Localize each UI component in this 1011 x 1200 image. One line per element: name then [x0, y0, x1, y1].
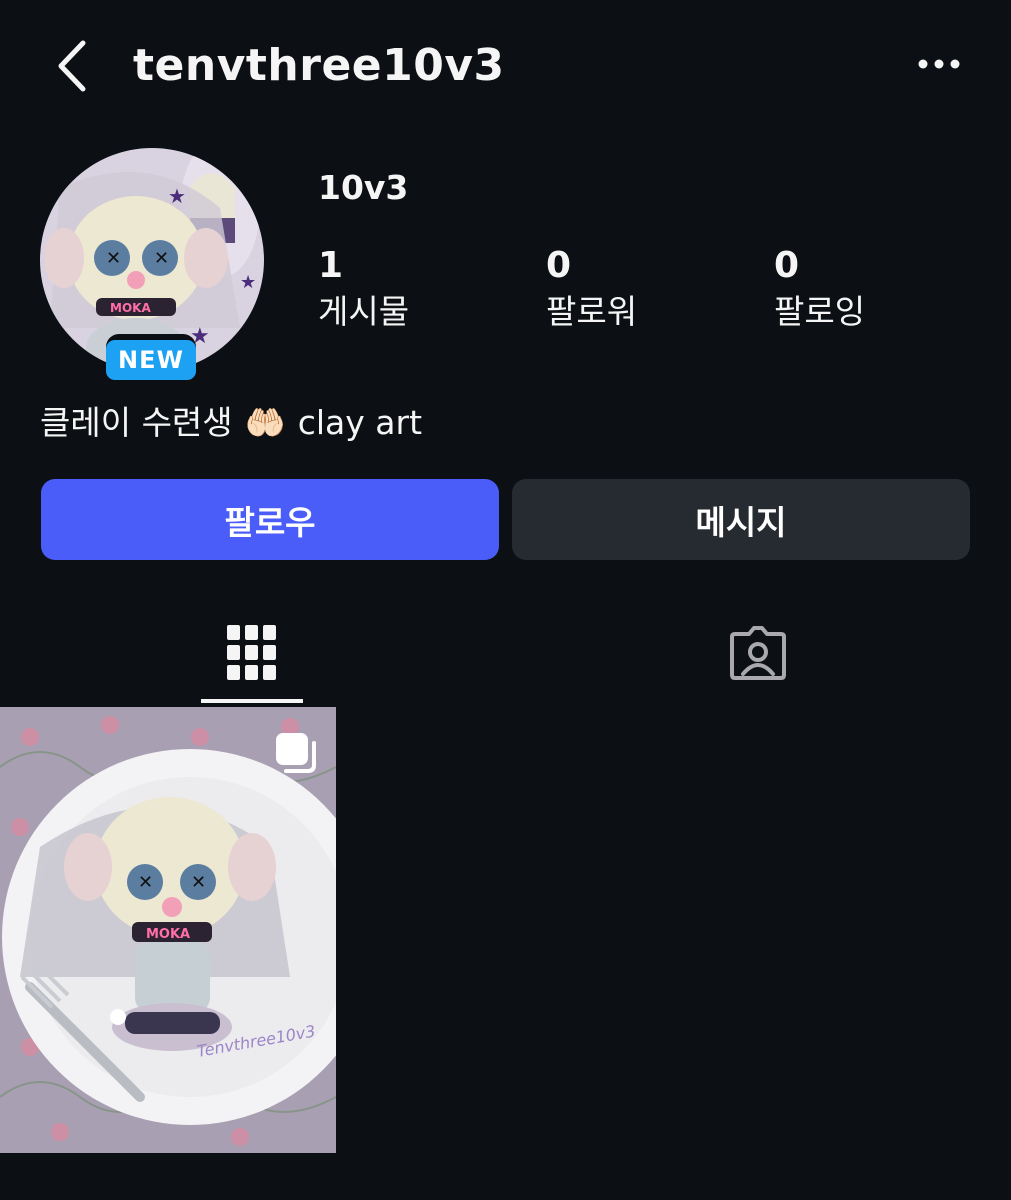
open-hands-emoji: 🤲🏻 — [244, 403, 286, 442]
follow-button[interactable]: 팔로우 — [41, 479, 499, 560]
active-tab-indicator — [201, 699, 303, 703]
post-chest-text: MOKA — [146, 927, 190, 942]
svg-text:✕: ✕ — [191, 872, 206, 893]
chevron-left-icon — [58, 40, 86, 92]
following-label: 팔로잉 — [774, 292, 866, 331]
new-badge-label: NEW — [106, 340, 196, 380]
grid-icon — [227, 625, 276, 680]
svg-text:★: ★ — [240, 272, 256, 293]
svg-text:✕: ✕ — [154, 248, 169, 269]
posts-label: 게시물 — [318, 292, 410, 331]
tab-grid[interactable] — [167, 606, 337, 700]
display-name: 10v3 — [318, 168, 409, 207]
posts-count: 1 — [318, 245, 344, 286]
svg-text:MOKA: MOKA — [110, 301, 151, 315]
tab-tagged[interactable] — [673, 606, 843, 700]
profile-username: tenvthree10v3 — [133, 40, 505, 91]
back-button[interactable] — [50, 36, 94, 96]
more-options-button[interactable] — [912, 42, 966, 86]
message-button[interactable]: 메시지 — [512, 479, 970, 560]
stat-following[interactable]: 0 팔로잉 — [774, 244, 954, 334]
bio-text-english: clay art — [297, 403, 423, 442]
more-horizontal-icon — [918, 59, 960, 69]
followers-count: 0 — [546, 245, 572, 286]
svg-text:✕: ✕ — [138, 872, 153, 893]
bio-text: 클레이 수련생 — [40, 403, 233, 442]
profile-bio: 클레이 수련생 🤲🏻 clay art — [40, 400, 422, 446]
stat-followers[interactable]: 0 팔로워 — [546, 244, 726, 334]
new-badge: NEW — [106, 334, 196, 386]
svg-text:★: ★ — [48, 159, 68, 184]
multiple-photos-icon — [274, 731, 318, 775]
svg-text:✕: ✕ — [106, 248, 121, 269]
followers-label: 팔로워 — [546, 292, 638, 331]
stat-posts[interactable]: 1 게시물 — [318, 244, 498, 334]
following-count: 0 — [774, 245, 800, 286]
tagged-person-icon — [730, 626, 786, 680]
svg-text:★: ★ — [168, 184, 186, 208]
